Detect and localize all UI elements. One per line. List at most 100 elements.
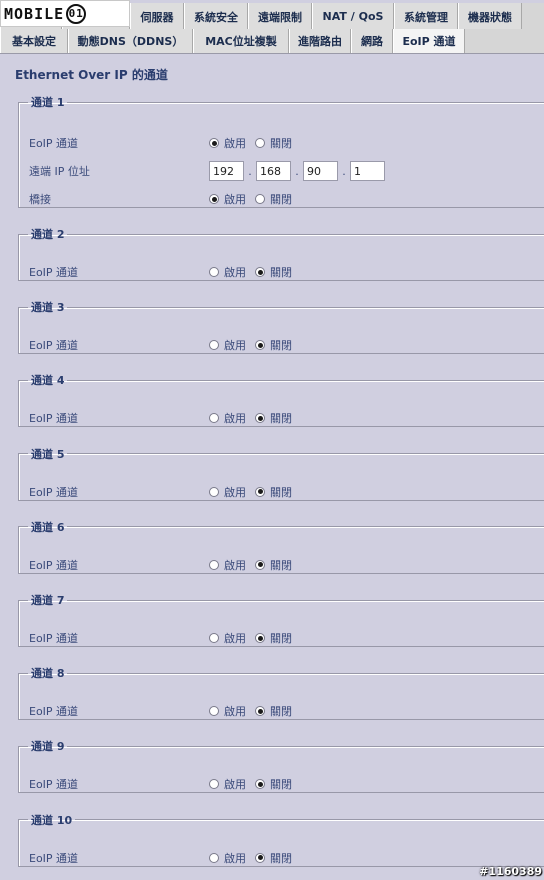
radio-dot xyxy=(209,779,219,790)
remote-ip-octet-4[interactable]: 1 xyxy=(350,161,385,181)
nav-tab[interactable]: 機器狀態 xyxy=(458,3,522,30)
tunnel-disable-radio[interactable]: 關閉 xyxy=(255,630,292,646)
enable-label: 啟用 xyxy=(224,778,246,792)
tunnel-disable-radio[interactable]: 關閉 xyxy=(255,703,292,719)
radio-dot xyxy=(255,852,265,863)
radio-dot xyxy=(255,486,265,497)
tunnel-1-disable-radio[interactable]: 關閉 xyxy=(255,135,292,151)
tunnel-disable-radio[interactable]: 關閉 xyxy=(255,410,292,426)
radio-dot xyxy=(209,706,219,717)
tunnel-enable-radio[interactable]: 啟用 xyxy=(209,337,246,353)
tunnel-enable-radio[interactable]: 啟用 xyxy=(209,264,246,280)
disable-label: 關閉 xyxy=(270,412,292,426)
enable-label: 啟用 xyxy=(224,558,246,572)
sub-nav-tab[interactable]: 基本設定 xyxy=(0,29,68,53)
enable-label: 啟用 xyxy=(224,266,246,279)
tunnel-legend: 通道 6 xyxy=(31,520,65,534)
remote-ip-octet-3[interactable]: 90 xyxy=(303,161,338,181)
sub-nav-tab[interactable]: MAC位址複製 xyxy=(193,29,289,53)
enable-label: 啟用 xyxy=(224,412,246,426)
tunnel-1-enable-radio[interactable]: 啟用 xyxy=(209,135,246,151)
tunnel-enable-radio[interactable]: 啟用 xyxy=(209,630,246,646)
enable-label: 啟用 xyxy=(224,705,246,719)
eoip-label: EoIP 通道 xyxy=(29,485,79,499)
disable-label: 關閉 xyxy=(270,266,292,279)
tunnel-group: 通道 10 EoIP 通道 啟用 關閉 xyxy=(18,811,544,867)
nav-tab[interactable]: 遠端限制 xyxy=(248,3,312,30)
radio-dot xyxy=(255,267,265,277)
tunnel-1-eoip-row: EoIP 通道 啟用 關閉 xyxy=(29,134,544,152)
eoip-label: EoIP 通道 xyxy=(29,412,79,426)
tunnel-group: 通道 9 EoIP 通道 啟用 關閉 xyxy=(18,738,544,794)
remote-ip-label: 遠端 IP 位址 xyxy=(29,165,90,178)
nav-tab[interactable]: NAT / QoS xyxy=(312,3,394,30)
tunnel-enable-radio[interactable]: 啟用 xyxy=(209,776,246,792)
nav-tab[interactable]: 伺服器 xyxy=(130,3,184,30)
radio-dot xyxy=(209,852,219,863)
disable-label: 關閉 xyxy=(270,193,292,206)
eoip-label: EoIP 通道 xyxy=(29,851,79,865)
tunnel-legend: 通道 2 xyxy=(31,228,65,241)
sub-nav-tab[interactable]: 進階路由 xyxy=(289,29,351,53)
logo-badge: 01 xyxy=(66,3,87,24)
tunnel-legend: 通道 4 xyxy=(31,374,65,388)
radio-dot xyxy=(255,706,265,717)
tunnel-eoip-row: EoIP 通道 啟用 關閉 xyxy=(29,775,544,793)
radio-dot xyxy=(209,633,219,643)
remote-ip-octet-2[interactable]: 168 xyxy=(256,161,291,181)
page-title: Ethernet Over IP 的通道 xyxy=(15,68,168,82)
radio-dot xyxy=(255,138,265,148)
tunnel-legend: 通道 7 xyxy=(31,594,65,607)
sub-nav-tab[interactable]: 網路 xyxy=(351,29,393,53)
site-logo: MOBILE 01 xyxy=(0,0,130,27)
tunnel-enable-radio[interactable]: 啟用 xyxy=(209,484,246,500)
bridge-disable-radio[interactable]: 關閉 xyxy=(255,191,292,207)
tunnel-group: 通道 6 EoIP 通道 啟用 關閉 xyxy=(18,518,544,574)
enable-label: 啟用 xyxy=(224,485,246,499)
tunnel-enable-radio[interactable]: 啟用 xyxy=(209,410,246,426)
disable-label: 關閉 xyxy=(270,137,292,150)
sub-nav-tab[interactable]: EoIP 通道 xyxy=(393,29,465,53)
tunnel-1-remote-ip-row: 遠端 IP 位址 192 . 168 . 90 . 1 xyxy=(29,161,544,181)
radio-dot xyxy=(209,267,219,277)
bridge-label: 橋接 xyxy=(29,193,51,206)
ip-dot: . xyxy=(295,164,299,178)
tunnel-disable-radio[interactable]: 關閉 xyxy=(255,264,292,280)
radio-dot xyxy=(255,559,265,570)
tunnel-disable-radio[interactable]: 關閉 xyxy=(255,484,292,500)
ip-dot: . xyxy=(248,164,252,178)
tunnel-enable-radio[interactable]: 啟用 xyxy=(209,557,246,573)
disable-label: 關閉 xyxy=(270,705,292,719)
tunnel-eoip-row: EoIP 通道 啟用 關閉 xyxy=(29,409,544,427)
disable-label: 關閉 xyxy=(270,339,292,353)
nav-tab[interactable]: 系統管理 xyxy=(394,3,458,30)
eoip-label: EoIP 通道 xyxy=(29,558,79,572)
disable-label: 關閉 xyxy=(270,558,292,572)
remote-ip-octet-1[interactable]: 192 xyxy=(209,161,244,181)
disable-label: 關閉 xyxy=(270,632,292,645)
tunnel-group: 通道 8 EoIP 通道 啟用 關閉 xyxy=(18,665,544,721)
tunnel-disable-radio[interactable]: 關閉 xyxy=(255,337,292,353)
tunnel-disable-radio[interactable]: 關閉 xyxy=(255,557,292,573)
sub-nav-tab[interactable]: 動態DNS（DDNS） xyxy=(68,29,193,53)
tunnel-enable-radio[interactable]: 啟用 xyxy=(209,703,246,719)
tunnel-disable-radio[interactable]: 關閉 xyxy=(255,850,292,866)
radio-dot xyxy=(209,340,219,351)
eoip-label: EoIP 通道 xyxy=(29,266,79,279)
tunnel-enable-radio[interactable]: 啟用 xyxy=(209,850,246,866)
disable-label: 關閉 xyxy=(270,851,292,865)
radio-dot xyxy=(255,340,265,351)
eoip-label: EoIP 通道 xyxy=(29,339,79,353)
tunnel-disable-radio[interactable]: 關閉 xyxy=(255,776,292,792)
enable-label: 啟用 xyxy=(224,851,246,865)
watermark: #1160389 xyxy=(479,865,542,878)
tunnel-eoip-row: EoIP 通道 啟用 關閉 xyxy=(29,483,544,501)
tunnel-1-group: 通道 1 EoIP 通道 啟用 關閉 遠端 IP 位址 192 . 168 . … xyxy=(18,94,544,208)
radio-dot xyxy=(255,413,265,424)
enable-label: 啟用 xyxy=(224,632,246,645)
bridge-enable-radio[interactable]: 啟用 xyxy=(209,191,246,207)
tunnel-legend: 通道 10 xyxy=(31,813,73,827)
tunnel-legend: 通道 9 xyxy=(31,740,65,754)
nav-tab[interactable]: 系統安全 xyxy=(184,3,248,30)
radio-dot xyxy=(209,413,219,424)
